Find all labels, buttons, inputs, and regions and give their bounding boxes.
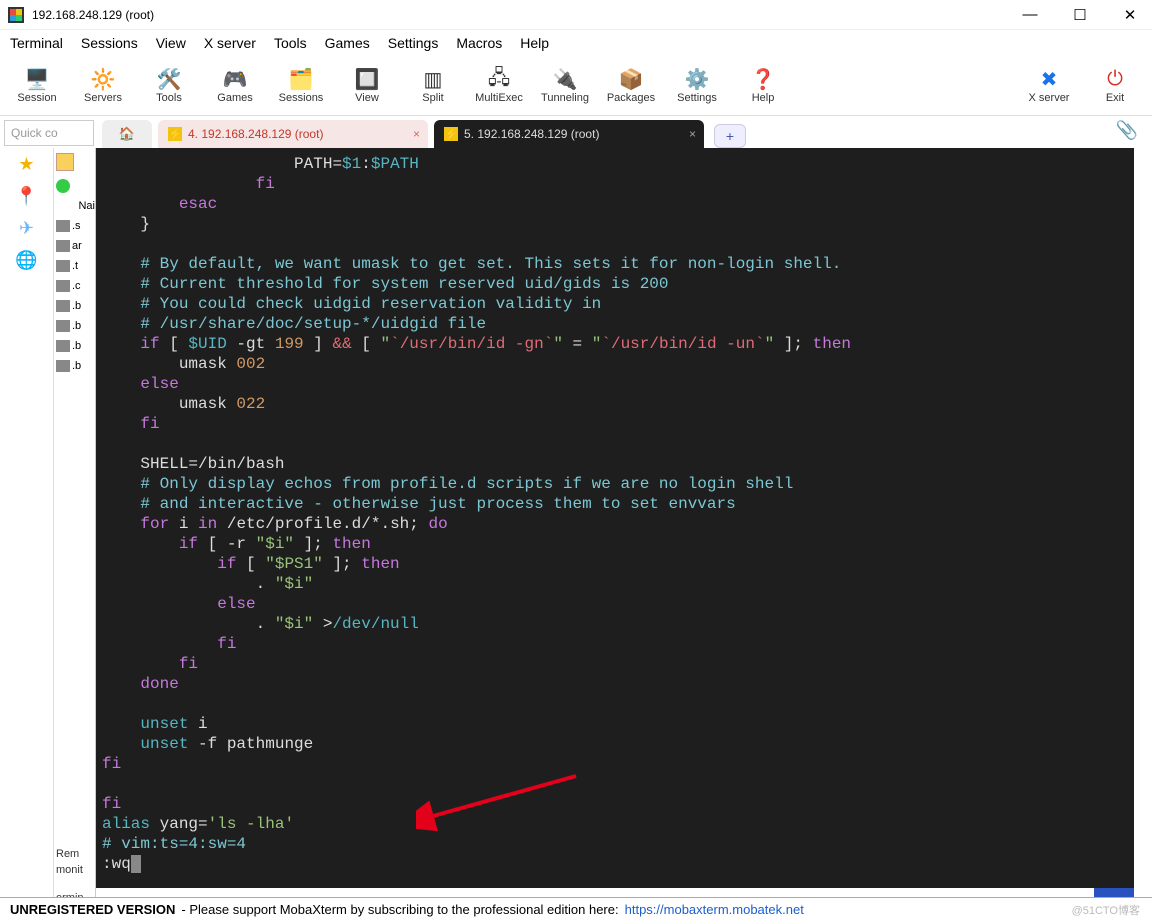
sessions-button[interactable]: 🗂️Sessions xyxy=(274,60,328,112)
tab-label: 4. 192.168.248.129 (root) xyxy=(188,127,323,141)
annotation-arrow-icon xyxy=(416,768,596,838)
tabs-row: Quick co 🏠 ⚡ 4. 192.168.248.129 (root) ×… xyxy=(0,116,1152,148)
view-button-icon: 🔲 xyxy=(355,68,380,92)
title-bar: 192.168.248.129 (root) — ☐ ✕ xyxy=(0,0,1152,30)
tools-button[interactable]: 🛠️Tools xyxy=(142,60,196,112)
menu-macros[interactable]: Macros xyxy=(456,35,502,51)
watermark: @51CTO博客 xyxy=(1072,902,1140,918)
terminal-icon: ⚡ xyxy=(444,127,458,141)
window-title: 192.168.248.129 (root) xyxy=(32,8,1016,22)
menu-help[interactable]: Help xyxy=(520,35,549,51)
file-item[interactable]: .b xyxy=(54,296,95,316)
terminal-output[interactable]: PATH=$1:$PATH fi esac } # By default, we… xyxy=(96,148,1152,906)
toolbar: 🖥️Session🔆Servers🛠️Tools🎮Games🗂️Sessions… xyxy=(0,56,1152,116)
settings-button[interactable]: ⚙️Settings xyxy=(670,60,724,112)
file-item[interactable]: .s xyxy=(54,216,95,236)
session-button-icon: 🖥️ xyxy=(25,68,50,92)
view-button[interactable]: 🔲View xyxy=(340,60,394,112)
file-item[interactable]: .b xyxy=(54,316,95,336)
xserver-button[interactable]: ✖X server xyxy=(1022,60,1076,112)
maximize-button[interactable]: ☐ xyxy=(1066,6,1094,24)
tab-5[interactable]: ⚡ 5. 192.168.248.129 (root) × xyxy=(434,120,704,148)
exit-button[interactable]: ⏻Exit xyxy=(1088,60,1142,112)
close-icon[interactable]: × xyxy=(413,127,420,141)
file-item[interactable]: .b xyxy=(54,356,95,376)
column-header: Nai xyxy=(78,200,95,212)
file-item[interactable]: ar xyxy=(54,236,95,256)
folder-icon xyxy=(56,320,70,332)
session-button[interactable]: 🖥️Session xyxy=(10,60,64,112)
left-sidebar: ★ 📍 ✈ 🌐 xyxy=(0,148,54,906)
folder-icon xyxy=(56,340,70,352)
file-item[interactable]: .b xyxy=(54,336,95,356)
menu-view[interactable]: View xyxy=(156,35,186,51)
status-bar: UNREGISTERED VERSION - Please support Mo… xyxy=(0,897,1152,921)
tunneling-button-icon: 🔌 xyxy=(553,68,578,92)
exit-button-icon: ⏻ xyxy=(1107,68,1123,92)
folder-icon xyxy=(56,240,70,252)
file-browser-panel: Nai .sar.t.c.b.b.b.b Rem monit ermin xyxy=(54,148,96,906)
panel-label: Rem xyxy=(54,846,95,862)
globe-icon[interactable]: 🌐 xyxy=(15,248,39,272)
unregistered-label: UNREGISTERED VERSION xyxy=(10,902,175,917)
cursor xyxy=(131,855,141,873)
help-button-icon: ❓ xyxy=(751,68,776,92)
folder-icon xyxy=(56,300,70,312)
folder-icon xyxy=(56,360,70,372)
help-button[interactable]: ❓Help xyxy=(736,60,790,112)
games-button-icon: 🎮 xyxy=(223,68,248,92)
menu-settings[interactable]: Settings xyxy=(388,35,439,51)
close-icon[interactable]: × xyxy=(689,127,696,141)
games-button[interactable]: 🎮Games xyxy=(208,60,262,112)
close-button[interactable]: ✕ xyxy=(1116,6,1144,24)
multiexec-button-icon: 🖧 xyxy=(488,68,510,92)
footer-link[interactable]: https://mobaxterm.mobatek.net xyxy=(625,902,804,917)
menu-terminal[interactable]: Terminal xyxy=(10,35,63,51)
packages-button[interactable]: 📦Packages xyxy=(604,60,658,112)
file-item[interactable]: .t xyxy=(54,256,95,276)
status-dot-icon xyxy=(56,179,70,193)
menu-sessions[interactable]: Sessions xyxy=(81,35,138,51)
folder-icon xyxy=(56,153,74,171)
settings-button-icon: ⚙️ xyxy=(685,68,710,92)
menu-xserver[interactable]: X server xyxy=(204,35,256,51)
packages-button-icon: 📦 xyxy=(619,68,644,92)
pin-icon[interactable]: 📍 xyxy=(15,184,39,208)
split-button-icon: ▥ xyxy=(424,68,443,92)
footer-message: - Please support MobaXterm by subscribin… xyxy=(181,902,618,917)
quick-connect-input[interactable]: Quick co xyxy=(4,120,94,146)
panel-label: monit xyxy=(54,862,95,878)
servers-button-icon: 🔆 xyxy=(91,68,116,92)
xserver-button-icon: ✖ xyxy=(1041,68,1058,92)
paperclip-icon[interactable]: 📎 xyxy=(1116,120,1138,141)
sessions-button-icon: 🗂️ xyxy=(289,68,314,92)
tunneling-button[interactable]: 🔌Tunneling xyxy=(538,60,592,112)
minimize-button[interactable]: — xyxy=(1016,6,1044,24)
folder-icon xyxy=(56,260,70,272)
send-icon[interactable]: ✈ xyxy=(15,216,39,240)
new-tab-button[interactable]: + xyxy=(714,124,746,148)
folder-icon xyxy=(56,220,70,232)
terminal-icon: ⚡ xyxy=(168,127,182,141)
favorites-icon[interactable]: ★ xyxy=(15,152,39,176)
vertical-scrollbar[interactable] xyxy=(1134,148,1152,906)
tab-label: 5. 192.168.248.129 (root) xyxy=(464,127,599,141)
main-area: ★ 📍 ✈ 🌐 Nai .sar.t.c.b.b.b.b Rem monit ermi… xyxy=(0,148,1152,906)
folder-icon xyxy=(56,280,70,292)
tools-button-icon: 🛠️ xyxy=(157,68,182,92)
menu-bar: Terminal Sessions View X server Tools Ga… xyxy=(0,30,1152,56)
multiexec-button[interactable]: 🖧MultiExec xyxy=(472,60,526,112)
menu-games[interactable]: Games xyxy=(325,35,370,51)
menu-tools[interactable]: Tools xyxy=(274,35,307,51)
tab-4[interactable]: ⚡ 4. 192.168.248.129 (root) × xyxy=(158,120,428,148)
app-icon xyxy=(8,7,24,23)
servers-button[interactable]: 🔆Servers xyxy=(76,60,130,112)
file-item[interactable]: .c xyxy=(54,276,95,296)
split-button[interactable]: ▥Split xyxy=(406,60,460,112)
home-tab[interactable]: 🏠 xyxy=(102,120,152,148)
